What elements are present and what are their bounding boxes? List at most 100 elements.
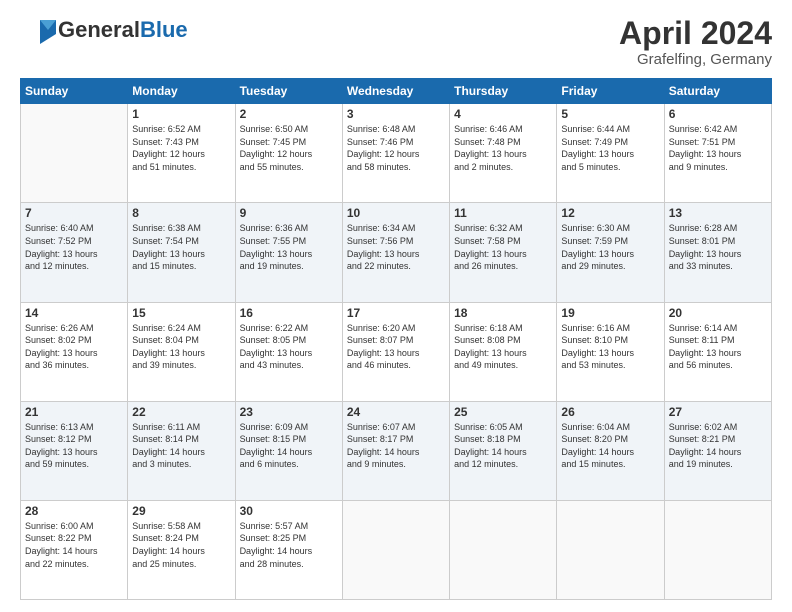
day-info-line: Daylight: 13 hours [561, 347, 659, 360]
day-info-line: and 5 minutes. [561, 161, 659, 174]
day-number: 6 [669, 107, 767, 121]
location: Grafelfing, Germany [619, 51, 772, 68]
day-info-line: Sunset: 7:46 PM [347, 136, 445, 149]
day-info-line: Daylight: 13 hours [454, 248, 552, 261]
day-info-line: Sunset: 8:11 PM [669, 334, 767, 347]
day-info-line: Sunrise: 6:46 AM [454, 123, 552, 136]
day-info-line: Daylight: 14 hours [25, 545, 123, 558]
table-cell: 18Sunrise: 6:18 AMSunset: 8:08 PMDayligh… [450, 302, 557, 401]
page: GeneralBlue April 2024 Grafelfing, Germa… [0, 0, 792, 612]
day-info-line: Sunset: 7:59 PM [561, 235, 659, 248]
day-info-line: Sunset: 7:56 PM [347, 235, 445, 248]
day-info-line: Daylight: 13 hours [132, 248, 230, 261]
logo-icon [20, 16, 56, 44]
day-info-line: Daylight: 13 hours [561, 148, 659, 161]
day-info-line: Daylight: 12 hours [240, 148, 338, 161]
table-cell: 11 Sunrise: 6:32 AMSunset: 7:58 PMDayligh… [450, 203, 557, 302]
day-info-line: Sunset: 8:01 PM [669, 235, 767, 248]
table-cell: 25Sunrise: 6:05 AMSunset: 8:18 PMDayligh… [450, 401, 557, 500]
day-info-line: Sunset: 8:04 PM [132, 334, 230, 347]
table-cell: 23Sunrise: 6:09 AMSunset: 8:15 PMDayligh… [235, 401, 342, 500]
day-info-line: and 9 minutes. [669, 161, 767, 174]
table-cell: 10Sunrise: 6:34 AMSunset: 7:56 PMDayligh… [342, 203, 449, 302]
col-tuesday: Tuesday [235, 79, 342, 104]
day-number: 21 [25, 405, 123, 419]
day-info-line: Daylight: 14 hours [347, 446, 445, 459]
day-number: 22 [132, 405, 230, 419]
table-cell: 6Sunrise: 6:42 AMSunset: 7:51 PMDaylight… [664, 104, 771, 203]
day-number: 29 [132, 504, 230, 518]
day-info-line: Sunset: 7:51 PM [669, 136, 767, 149]
table-cell: 8Sunrise: 6:38 AMSunset: 7:54 PMDaylight… [128, 203, 235, 302]
day-info-line: and 39 minutes. [132, 359, 230, 372]
day-info-line: Sunset: 7:58 PM [454, 235, 552, 248]
day-info-line: Daylight: 13 hours [240, 248, 338, 261]
col-friday: Friday [557, 79, 664, 104]
col-sunday: Sunday [21, 79, 128, 104]
table-cell: 2Sunrise: 6:50 AMSunset: 7:45 PMDaylight… [235, 104, 342, 203]
day-info-line: Daylight: 13 hours [347, 347, 445, 360]
table-cell: 14Sunrise: 6:26 AMSunset: 8:02 PMDayligh… [21, 302, 128, 401]
day-info-line: Sunset: 8:22 PM [25, 532, 123, 545]
day-number: 9 [240, 206, 338, 220]
day-info-line: Sunset: 8:25 PM [240, 532, 338, 545]
col-thursday: Thursday [450, 79, 557, 104]
table-cell: 5 Sunrise: 6:44 AMSunset: 7:49 PMDaylight… [557, 104, 664, 203]
day-info-line: Sunrise: 6:48 AM [347, 123, 445, 136]
day-info-line: Daylight: 13 hours [25, 347, 123, 360]
day-number: 7 [25, 206, 123, 220]
day-info-line: and 6 minutes. [240, 458, 338, 471]
day-info-line: and 46 minutes. [347, 359, 445, 372]
day-info-line: Sunrise: 6:34 AM [347, 222, 445, 235]
table-row: 21Sunrise: 6:13 AMSunset: 8:12 PMDayligh… [21, 401, 772, 500]
day-info-line: Daylight: 12 hours [132, 148, 230, 161]
logo-blue: Blue [140, 17, 188, 42]
day-info-line: Daylight: 13 hours [240, 347, 338, 360]
day-info-line: Sunset: 8:21 PM [669, 433, 767, 446]
table-cell: 9Sunrise: 6:36 AMSunset: 7:55 PMDaylight… [235, 203, 342, 302]
logo: GeneralBlue [20, 16, 188, 44]
day-info-line: Daylight: 14 hours [132, 545, 230, 558]
day-info-line: Sunrise: 6:18 AM [454, 322, 552, 335]
day-info-line: and 2 minutes. [454, 161, 552, 174]
day-info-line: Sunrise: 6:22 AM [240, 322, 338, 335]
day-info-line: Sunset: 8:10 PM [561, 334, 659, 347]
day-info-line: Sunset: 7:49 PM [561, 136, 659, 149]
day-info-line: and 26 minutes. [454, 260, 552, 273]
header: GeneralBlue April 2024 Grafelfing, Germa… [20, 16, 772, 68]
day-number: 2 [240, 107, 338, 121]
table-row: 7Sunrise: 6:40 AMSunset: 7:52 PMDaylight… [21, 203, 772, 302]
day-number: 27 [669, 405, 767, 419]
table-cell: 12Sunrise: 6:30 AMSunset: 7:59 PMDayligh… [557, 203, 664, 302]
day-info-line: Sunrise: 6:42 AM [669, 123, 767, 136]
day-number: 11 [454, 206, 552, 220]
day-info-line: Sunset: 7:45 PM [240, 136, 338, 149]
day-info-line: and 15 minutes. [132, 260, 230, 273]
day-info-line: Daylight: 14 hours [132, 446, 230, 459]
day-info-line: Sunset: 8:12 PM [25, 433, 123, 446]
day-info-line: Daylight: 14 hours [240, 545, 338, 558]
day-info-line: Sunset: 7:52 PM [25, 235, 123, 248]
table-cell: 4Sunrise: 6:46 AMSunset: 7:48 PMDaylight… [450, 104, 557, 203]
day-info-line: Sunrise: 6:38 AM [132, 222, 230, 235]
day-info-line: Sunrise: 6:16 AM [561, 322, 659, 335]
day-info-line: Sunset: 8:05 PM [240, 334, 338, 347]
day-info-line: Sunset: 7:43 PM [132, 136, 230, 149]
day-info-line: Daylight: 13 hours [669, 347, 767, 360]
day-info-line: Daylight: 14 hours [561, 446, 659, 459]
table-cell: 15Sunrise: 6:24 AMSunset: 8:04 PMDayligh… [128, 302, 235, 401]
day-info-line: and 3 minutes. [132, 458, 230, 471]
day-info-line: Sunset: 8:18 PM [454, 433, 552, 446]
day-info-line: and 53 minutes. [561, 359, 659, 372]
day-info-line: Sunrise: 6:26 AM [25, 322, 123, 335]
day-info-line: Sunrise: 6:00 AM [25, 520, 123, 533]
title-block: April 2024 Grafelfing, Germany [619, 16, 772, 68]
table-cell: 13Sunrise: 6:28 AMSunset: 8:01 PMDayligh… [664, 203, 771, 302]
day-number: 5 [561, 107, 659, 121]
day-info-line: Sunrise: 6:28 AM [669, 222, 767, 235]
day-info-line: Sunrise: 6:32 AM [454, 222, 552, 235]
day-info-line: Sunrise: 6:44 AM [561, 123, 659, 136]
table-cell: 19Sunrise: 6:16 AMSunset: 8:10 PMDayligh… [557, 302, 664, 401]
day-number: 16 [240, 306, 338, 320]
day-number: 28 [25, 504, 123, 518]
